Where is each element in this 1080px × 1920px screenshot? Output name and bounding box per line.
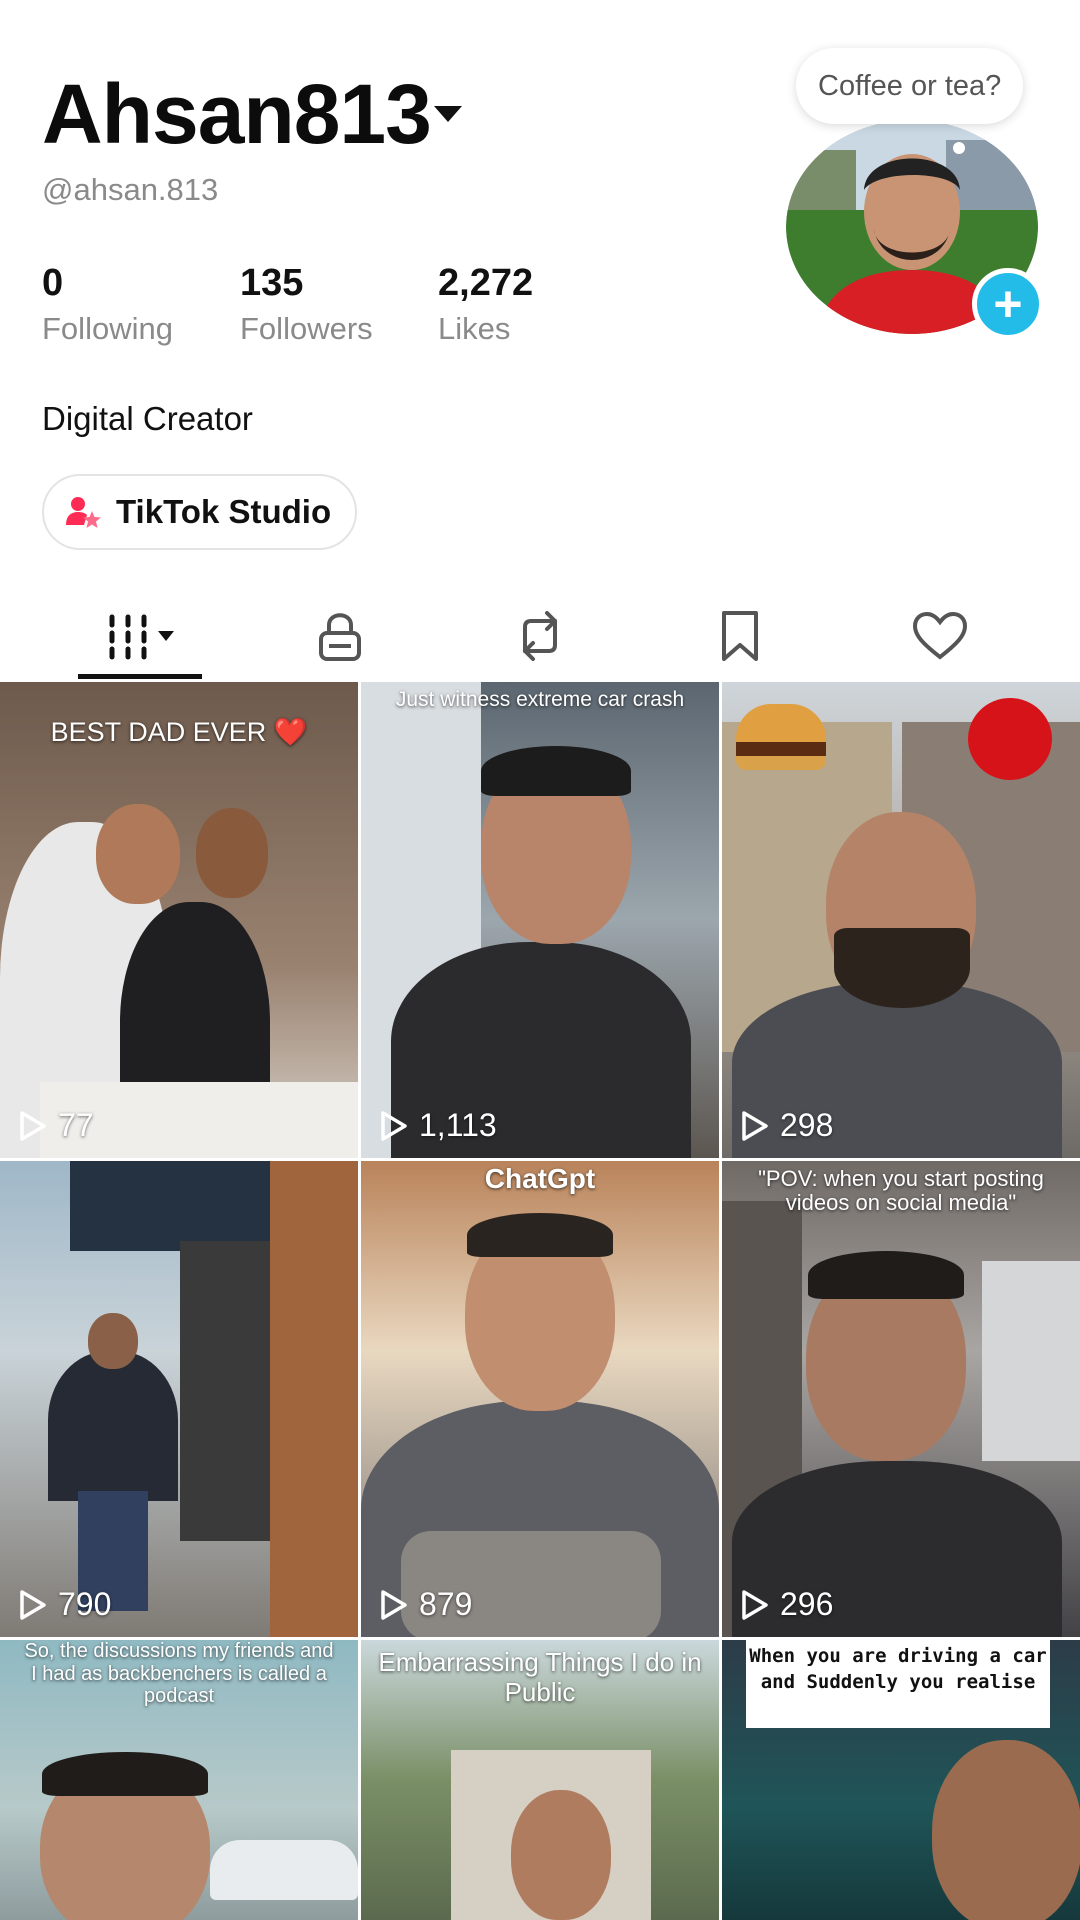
video-caption: BEST DAD EVER ❤️: [50, 717, 308, 747]
stat-following[interactable]: 0 Following: [42, 262, 173, 347]
video-caption: When you are driving a car and Suddenly …: [749, 1645, 1047, 1693]
tiktok-studio-button[interactable]: TikTok Studio: [42, 474, 358, 550]
video-views: 298: [740, 1107, 833, 1144]
play-icon: [381, 1110, 407, 1141]
video-tile[interactable]: So, the discussions my friends and I had…: [0, 1640, 358, 1920]
video-tile[interactable]: BEST DAD EVER ❤️ 77: [0, 682, 358, 1158]
video-tile[interactable]: When you are driving a car and Suddenly …: [722, 1640, 1080, 1920]
video-caption: ChatGpt: [484, 1163, 596, 1194]
heart-icon: [912, 611, 968, 660]
video-views: 790: [18, 1586, 111, 1623]
video-caption: Embarrassing Things I do in Public: [378, 1647, 702, 1707]
play-icon: [742, 1110, 768, 1141]
video-views: 296: [740, 1586, 833, 1623]
add-story-plus-icon[interactable]: +: [972, 268, 1044, 340]
tab-videos[interactable]: [40, 592, 240, 680]
stat-followers-value: 135: [240, 262, 304, 304]
video-tile[interactable]: 298: [722, 682, 1080, 1158]
play-icon: [20, 1110, 46, 1141]
video-tile[interactable]: ChatGpt 879: [361, 1161, 719, 1637]
stat-followers-label: Followers: [240, 311, 373, 346]
account-switch-chevron-icon[interactable]: [434, 106, 462, 122]
play-icon: [20, 1589, 46, 1620]
video-tile[interactable]: Embarrassing Things I do in Public: [361, 1640, 719, 1920]
profile-tab-bar: [0, 592, 1080, 680]
video-tile[interactable]: Just witness extreme car crash 1,113: [361, 682, 719, 1158]
stat-likes-label: Likes: [438, 311, 511, 346]
status-bubble[interactable]: Coffee or tea?: [796, 48, 1024, 124]
profile-handle: @ahsan.813: [42, 172, 219, 207]
stat-following-label: Following: [42, 311, 173, 346]
tab-favorites[interactable]: [640, 592, 840, 680]
studio-icon: [66, 497, 101, 528]
video-tile[interactable]: 790: [0, 1161, 358, 1637]
play-icon: [742, 1589, 768, 1620]
lock-icon: [319, 613, 361, 661]
stat-following-value: 0: [42, 262, 64, 304]
tiktok-studio-label: TikTok Studio: [116, 493, 332, 530]
play-icon: [381, 1589, 407, 1620]
video-caption: So, the discussions my friends and I had…: [24, 1640, 334, 1708]
active-tab-indicator: [78, 674, 202, 679]
video-views: 879: [379, 1586, 472, 1623]
tab-private[interactable]: [240, 592, 440, 680]
tab-reposts[interactable]: [440, 592, 640, 680]
video-views: 1,113: [379, 1107, 497, 1144]
status-bubble-tail: [953, 142, 965, 154]
video-caption: "POV: when you start posting videos on s…: [758, 1166, 1044, 1216]
profile-username[interactable]: Ahsan813: [42, 66, 432, 163]
stat-likes-value: 2,272: [438, 262, 534, 304]
video-caption: Just witness extreme car crash: [395, 688, 685, 711]
profile-bio: Digital Creator: [42, 400, 253, 437]
grid-icon: [109, 614, 174, 660]
video-tile[interactable]: "POV: when you start posting videos on s…: [722, 1161, 1080, 1637]
bookmark-icon: [722, 611, 758, 661]
video-views: 77: [18, 1107, 94, 1144]
stat-followers[interactable]: 135 Followers: [240, 262, 373, 347]
tab-liked[interactable]: [840, 592, 1040, 680]
repost-icon: [523, 611, 557, 661]
stat-likes[interactable]: 2,272 Likes: [438, 262, 533, 347]
